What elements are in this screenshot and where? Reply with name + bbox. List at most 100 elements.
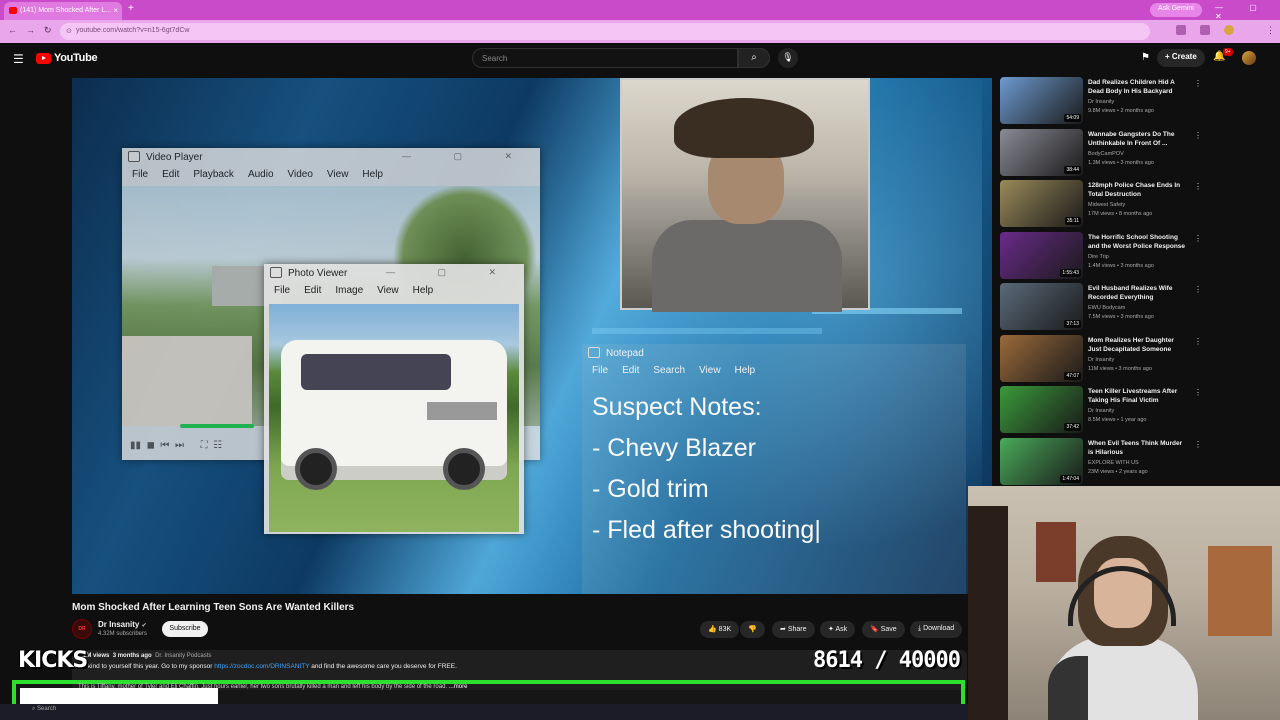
back-icon[interactable]: ← [8, 25, 17, 35]
profile-icon[interactable] [1224, 25, 1234, 35]
recommended-channel[interactable]: BodyCamPOV [1088, 151, 1124, 157]
video-thumbnail[interactable]: 1:55:43 [1000, 231, 1083, 279]
video-thumbnail[interactable]: 38:44 [1000, 128, 1083, 176]
more-options-icon[interactable]: ⋮ [1194, 131, 1202, 140]
video-thumbnail[interactable]: 37:13 [1000, 283, 1083, 330]
recommended-title[interactable]: The Horrific School Shooting and the Wor… [1088, 233, 1188, 251]
recommended-title[interactable]: Dad Realizes Children Hid A Dead Body In… [1088, 78, 1188, 96]
video-player[interactable]: Video Player — ▢ ✕ File Edit Playback Au… [72, 78, 992, 594]
voice-search-button[interactable]: 🎙 [778, 48, 798, 68]
recommended-channel[interactable]: Dire Trip [1088, 254, 1109, 260]
ask-button[interactable]: ✦ Ask [820, 621, 856, 638]
recommended-video[interactable]: 1:47:04 When Evil Teens Think Murder is H… [1000, 437, 1202, 487]
new-tab-button[interactable]: + [128, 3, 134, 14]
youtube-logo[interactable]: YouTube [36, 52, 98, 64]
subscribe-button[interactable]: Subscribe [162, 621, 208, 637]
save-label: Save [880, 626, 897, 633]
upload-age: 3 months ago [112, 653, 152, 659]
extension-icon[interactable] [1200, 25, 1210, 35]
menu-item: File [132, 169, 149, 180]
window-controls[interactable]: — ▢ ✕ [1215, 3, 1280, 21]
forward-icon[interactable]: → [26, 25, 35, 35]
recommended-video[interactable]: 47:07 Mom Realizes Her Daughter Just Deca… [1000, 334, 1202, 384]
create-button[interactable]: + Create [1157, 49, 1205, 67]
recommended-video[interactable]: 38:44 Wannabe Gangsters Do The Unthinkabl… [1000, 128, 1202, 178]
video-thumbnail[interactable]: 54:09 [1000, 77, 1083, 124]
menu-item: File [592, 365, 609, 376]
search-button[interactable]: ⌕ [738, 48, 770, 68]
recommended-title[interactable]: Evil Husband Realizes Wife Recorded Ever… [1088, 284, 1188, 302]
site-info-icon[interactable]: ⊙ [66, 27, 72, 35]
ask-label: Ask [835, 626, 848, 633]
taskbar-search-text: Search [37, 706, 57, 712]
video-thumbnail[interactable]: 37:42 [1000, 386, 1083, 433]
recommended-meta: 9.8M views • 2 months ago [1088, 108, 1154, 114]
ask-gemini-button[interactable]: Ask Gemini [1150, 3, 1202, 17]
more-options-icon[interactable]: ⋮ [1194, 388, 1202, 397]
recommended-title[interactable]: Mom Realizes Her Daughter Just Decapitat… [1088, 336, 1188, 354]
recommended-channel[interactable]: EXPLORE WITH US [1088, 460, 1139, 466]
search-input[interactable]: Search [472, 48, 738, 68]
recommended-video[interactable]: 37:42 Teen Killer Livestreams After Takin… [1000, 386, 1202, 435]
recommended-video[interactable]: 1:55:43 The Horrific School Shooting and … [1000, 231, 1202, 281]
truck-photo [269, 304, 519, 532]
sponsor-link[interactable]: https://zocdoc.com/DRINSANITY [214, 663, 309, 670]
cast-icon[interactable]: ⚑ [1141, 52, 1150, 63]
save-button[interactable]: 🔖 Save [862, 621, 905, 638]
recommended-title[interactable]: Wannabe Gangsters Do The Unthinkable In … [1088, 130, 1188, 148]
recommended-channel[interactable]: Dr Insanity [1088, 408, 1114, 414]
notepad-line: - Fled after shooting| [592, 516, 821, 544]
more-options-icon[interactable]: ⋮ [1194, 234, 1202, 243]
webcam-door [968, 506, 1008, 720]
recommended-title[interactable]: 128mph Police Chase Ends In Total Destru… [1088, 181, 1188, 199]
recommended-video[interactable]: 35:11 128mph Police Chase Ends In Total D… [1000, 180, 1202, 229]
dislike-button[interactable]: 👎 [740, 621, 765, 638]
recommended-title[interactable]: When Evil Teens Think Murder is Hilariou… [1088, 439, 1188, 457]
recommended-meta: 7.5M views • 3 months ago [1088, 314, 1154, 320]
more-options-icon[interactable]: ⋮ [1194, 440, 1202, 449]
like-button[interactable]: 👍 83K [700, 621, 740, 638]
video-thumbnail[interactable]: 35:11 [1000, 180, 1083, 227]
tab-close-icon[interactable]: × [113, 6, 118, 15]
account-avatar[interactable] [1242, 51, 1256, 65]
browser-menu-icon[interactable]: ⋮ [1266, 25, 1275, 36]
video-duration: 47:07 [1064, 371, 1081, 380]
recommended-meta: 8.5M views • 1 year ago [1088, 417, 1147, 423]
description-tag[interactable]: Dr. Insanity Podcasts [155, 653, 211, 659]
recommended-channel[interactable]: EWU Bodycam [1088, 305, 1125, 311]
sparkle-icon: ✦ [828, 626, 834, 633]
download-button[interactable]: ⤓ Download [910, 621, 963, 638]
recommended-channel[interactable]: Midwest Safety [1088, 202, 1125, 208]
sponsor-text: Be kind to yourself this year. Go to my … [78, 663, 213, 670]
recommended-video[interactable]: 54:09 Dad Realizes Children Hid A Dead Bo… [1000, 77, 1202, 126]
video-thumbnail[interactable]: 1:47:04 [1000, 437, 1083, 485]
more-link[interactable]: ...more [449, 684, 468, 690]
url-field[interactable]: ⊙ youtube.com/watch?v=n15-6gt7dCw [60, 23, 1150, 40]
more-options-icon[interactable]: ⋮ [1194, 285, 1202, 294]
channel-avatar[interactable]: DR [72, 619, 92, 639]
playback-progress-bar [180, 424, 254, 428]
channel-name[interactable]: Dr Insanity ✔ [98, 620, 147, 629]
hamburger-menu-icon[interactable]: ☰ [13, 52, 24, 66]
youtube-header: ☰ YouTube Search ⌕ 🎙 ⚑ + Create 🔔 9+ [0, 43, 1280, 73]
more-options-icon[interactable]: ⋮ [1194, 337, 1202, 346]
browser-tab-active[interactable]: (141) Mom Shocked After L... × [4, 2, 122, 20]
menu-item: Edit [304, 285, 322, 296]
streamer-sleeve [1048, 656, 1088, 720]
search-icon: ⌕ [32, 706, 36, 712]
more-options-icon[interactable]: ⋮ [1194, 182, 1202, 191]
video-thumbnail[interactable]: 47:07 [1000, 334, 1083, 382]
recommended-video[interactable]: 37:13 Evil Husband Realizes Wife Recorded… [1000, 283, 1202, 332]
extension-icon[interactable] [1176, 25, 1186, 35]
photo-viewer-app-icon [270, 267, 282, 278]
share-button[interactable]: ➦ Share [772, 621, 815, 638]
reload-icon[interactable]: ↻ [44, 25, 52, 36]
share-icon: ➦ [780, 626, 786, 633]
recommended-channel[interactable]: Dr Insanity [1088, 357, 1114, 363]
more-options-icon[interactable]: ⋮ [1194, 79, 1202, 88]
taskbar-search[interactable]: ⌕ Search [32, 706, 56, 713]
car-wheel [443, 448, 485, 490]
recommended-title[interactable]: Teen Killer Livestreams After Taking His… [1088, 387, 1188, 405]
recommended-channel[interactable]: Dr Insanity [1088, 99, 1114, 105]
video-player-menubar: File Edit Playback Audio Video View Help [122, 166, 540, 183]
